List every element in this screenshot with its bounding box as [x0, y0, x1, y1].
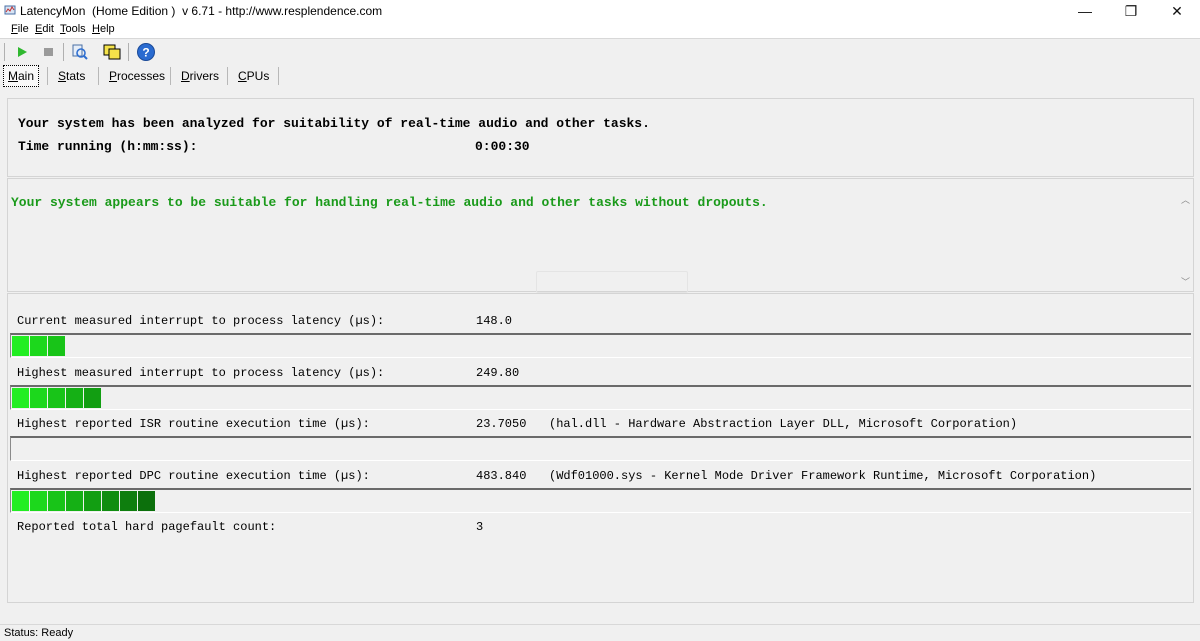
- meter-segment: [120, 491, 137, 511]
- dpc-driver-info: (Wdf01000.sys - Kernel Mode Driver Frame…: [549, 469, 1097, 483]
- minimize-button[interactable]: —: [1062, 0, 1108, 22]
- tab-processes[interactable]: Processes: [105, 66, 169, 86]
- tab-bar: Main Stats Processes Drivers CPUs: [0, 64, 1200, 88]
- tab-cpus[interactable]: CPUs: [234, 66, 273, 86]
- search-drivers-icon[interactable]: [70, 42, 90, 62]
- time-running-label: Time running (h:mm:ss):: [18, 139, 198, 154]
- stop-icon[interactable]: [38, 42, 58, 62]
- window-icon[interactable]: [102, 42, 122, 62]
- svg-text:?: ?: [142, 46, 149, 60]
- maximize-button[interactable]: ❐: [1108, 0, 1154, 22]
- meter-fill: [12, 336, 66, 356]
- meter-segment: [102, 491, 119, 511]
- meter-segment: [66, 388, 83, 408]
- menu-help[interactable]: Help: [92, 23, 115, 35]
- verdict-panel: Your system appears to be suitable for h…: [7, 178, 1194, 293]
- tab-main[interactable]: Main: [3, 65, 40, 87]
- isr-time-meter: [10, 436, 1191, 461]
- restore-icon: ❐: [1124, 3, 1138, 19]
- meter-segment: [12, 336, 29, 356]
- menu-file[interactable]: File: [11, 23, 29, 35]
- highest-latency-value: 249.80: [476, 366, 520, 380]
- highest-latency-label: Highest measured interrupt to process la…: [17, 366, 385, 380]
- toolbar-grip: [4, 43, 5, 61]
- meter-segment: [84, 491, 101, 511]
- latencymon-app-icon: [4, 5, 16, 15]
- summary-panel: Your system has been analyzed for suitab…: [7, 98, 1194, 177]
- status-text: Status: Ready: [4, 627, 74, 639]
- dpc-time-value: 483.840: [476, 469, 527, 483]
- tab-divider: [98, 67, 99, 85]
- meter-segment: [84, 388, 101, 408]
- hidden-button: [536, 271, 688, 293]
- meter-segment: [30, 388, 47, 408]
- current-latency-value: 148.0: [476, 314, 513, 328]
- meter-segment: [48, 336, 65, 356]
- help-icon[interactable]: ?: [136, 42, 156, 62]
- toolbar: ?: [0, 38, 1200, 65]
- window-title: LatencyMon (Home Edition ) v 6.71 - http…: [20, 4, 383, 18]
- dpc-time-meter: [10, 488, 1191, 513]
- meter-fill: [12, 491, 156, 511]
- verdict-scrollbar[interactable]: ︿ ﹀: [1177, 191, 1193, 289]
- pagefault-count-value: 3: [476, 520, 484, 534]
- meter-segment: [66, 491, 83, 511]
- isr-driver-info: (hal.dll - Hardware Abstraction Layer DL…: [549, 417, 1018, 431]
- tab-divider: [170, 67, 171, 85]
- dpc-time-label: Highest reported DPC routine execution t…: [17, 469, 370, 483]
- current-latency-meter: [10, 333, 1191, 358]
- meter-segment: [12, 491, 29, 511]
- meter-segment: [12, 388, 29, 408]
- meter-segment: [30, 491, 47, 511]
- analysis-headline: Your system has been analyzed for suitab…: [18, 116, 650, 131]
- metrics-panel: Current measured interrupt to process la…: [7, 293, 1194, 603]
- tab-stats[interactable]: Stats: [54, 66, 89, 86]
- highest-latency-meter: [10, 385, 1191, 410]
- close-button[interactable]: ✕: [1154, 0, 1200, 22]
- minimize-icon: —: [1078, 3, 1092, 19]
- meter-segment: [30, 336, 47, 356]
- title-bar: LatencyMon (Home Edition ) v 6.71 - http…: [0, 0, 1200, 22]
- isr-time-value: 23.7050: [476, 417, 527, 431]
- time-running-value: 0:00:30: [475, 139, 530, 154]
- meter-segment: [48, 491, 65, 511]
- meter-segment: [138, 491, 155, 511]
- scroll-down-icon[interactable]: ﹀: [1181, 275, 1190, 288]
- tab-divider: [227, 67, 228, 85]
- tab-divider: [47, 67, 48, 85]
- menu-tools[interactable]: Tools: [60, 23, 86, 35]
- isr-time-label: Highest reported ISR routine execution t…: [17, 417, 370, 431]
- tab-drivers[interactable]: Drivers: [177, 66, 223, 86]
- current-latency-label: Current measured interrupt to process la…: [17, 314, 385, 328]
- tab-divider: [278, 67, 279, 85]
- menu-bar: File Edit Tools Help: [0, 22, 1200, 38]
- verdict-message: Your system appears to be suitable for h…: [11, 195, 768, 210]
- close-icon: ✕: [1171, 3, 1183, 19]
- meter-fill: [12, 388, 102, 408]
- status-bar: Status: Ready: [0, 624, 1200, 641]
- toolbar-separator: [128, 43, 129, 61]
- menu-edit[interactable]: Edit: [35, 23, 54, 35]
- pagefault-count-label: Reported total hard pagefault count:: [17, 520, 277, 534]
- meter-segment: [48, 388, 65, 408]
- start-icon[interactable]: [12, 42, 32, 62]
- scroll-up-icon[interactable]: ︿: [1181, 193, 1190, 206]
- toolbar-separator: [63, 43, 64, 61]
